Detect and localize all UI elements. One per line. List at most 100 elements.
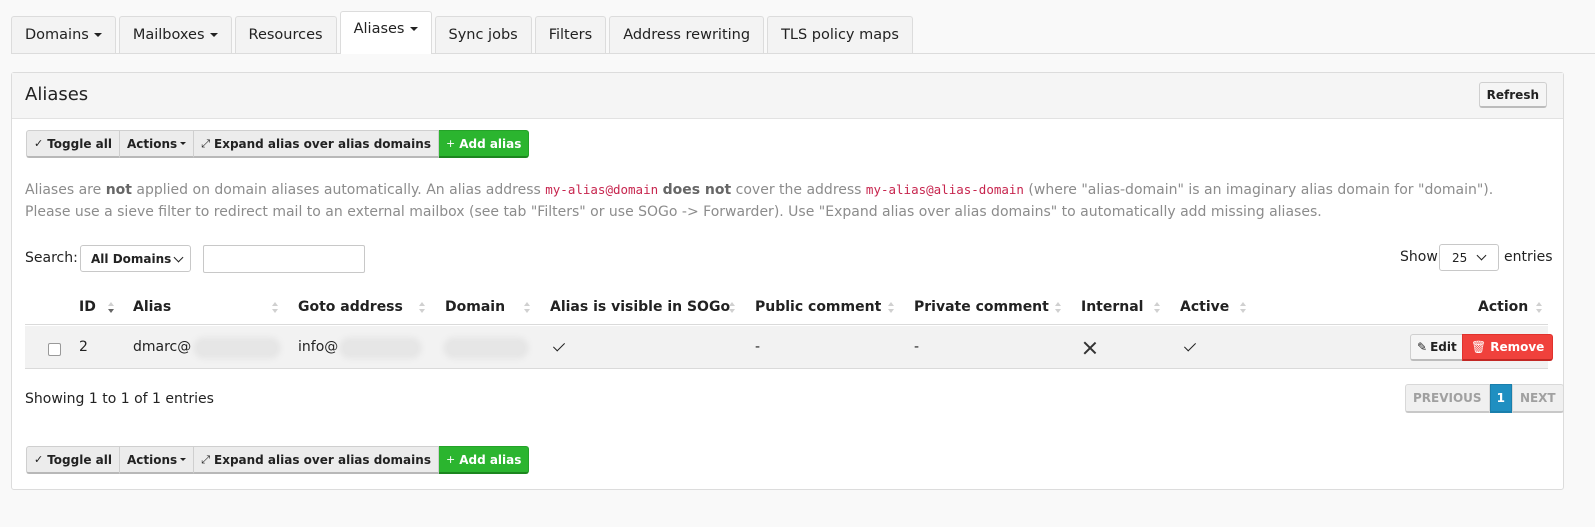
toggle-all-label: Toggle all <box>47 452 112 467</box>
tab-resources[interactable]: Resources <box>234 16 337 53</box>
column-header-goto[interactable]: Goto address <box>298 299 403 315</box>
toolbar-top: ✓ Toggle all Actions ⤢ Expand alias over a… <box>26 130 530 158</box>
edit-label: Edit <box>1430 340 1457 354</box>
tab-label: Mailboxes <box>132 27 205 43</box>
notice-code: my-alias@alias-domain <box>865 182 1024 197</box>
column-header-id[interactable]: ID <box>79 299 96 315</box>
page-size-select[interactable]: 25 <box>1439 244 1499 271</box>
column-header-sogo-visible[interactable]: Alias is visible in SOGo <box>550 299 730 315</box>
add-alias-button[interactable]: + Add alias <box>438 446 530 474</box>
tab-address-rewriting[interactable]: Address rewriting <box>609 16 765 53</box>
notice-line-2: Please use a sieve filter to redirect ma… <box>25 204 1322 220</box>
actions-dropdown[interactable]: Actions <box>120 446 195 474</box>
sort-icon <box>1536 301 1544 315</box>
tab-label: Address rewriting <box>623 27 751 43</box>
pencil-icon: ✎ <box>1417 340 1428 354</box>
page-size-value: 25 <box>1452 250 1468 265</box>
plus-icon: + <box>445 137 456 150</box>
tab-label: Domains <box>25 27 89 43</box>
notice-text: applied on domain aliases automatically.… <box>131 182 546 198</box>
panel-header: Aliases Refresh <box>12 73 1563 119</box>
add-alias-button[interactable]: + Add alias <box>438 130 530 158</box>
expand-icon: ⤢ <box>201 136 210 150</box>
notice-bold: not <box>105 182 132 198</box>
caret-down-icon <box>93 33 102 37</box>
check-icon: ✓ <box>34 453 44 466</box>
column-header-action[interactable]: Action <box>1478 299 1528 315</box>
redacted-alias-domain <box>197 341 277 355</box>
expand-alias-button[interactable]: ⤢ Expand alias over alias domains <box>194 130 439 158</box>
actions-dropdown[interactable]: Actions <box>120 130 195 158</box>
tab-domains[interactable]: Domains <box>11 16 116 53</box>
expand-alias-label: Expand alias over alias domains <box>214 136 431 151</box>
chevron-down-icon <box>173 252 184 263</box>
search-input[interactable] <box>203 245 365 273</box>
tab-label: Filters <box>548 27 593 43</box>
pagination: PREVIOUS 1 NEXT <box>1405 384 1564 413</box>
tab-filters[interactable]: Filters <box>534 16 607 53</box>
notice-text: Aliases are <box>25 182 106 198</box>
expand-alias-button[interactable]: ⤢ Expand alias over alias domains <box>194 446 439 474</box>
sort-icon <box>1240 301 1248 315</box>
refresh-button[interactable]: Refresh <box>1478 82 1547 108</box>
caret-down-icon <box>209 33 218 37</box>
sort-icon <box>108 301 116 315</box>
notice-bold: does not <box>662 182 732 198</box>
cell-public-comment: - <box>755 339 761 355</box>
trash-icon: 🗑 <box>1471 340 1487 354</box>
toolbar-bottom: ✓ Toggle all Actions ⤢ Expand alias over a… <box>26 446 530 474</box>
table-row: 2 dmarc@ info@ - - ✎ Edit 🗑 Remove <box>25 326 1554 369</box>
toggle-all-label: Toggle all <box>47 136 112 151</box>
toggle-all-button[interactable]: ✓ Toggle all <box>26 446 120 474</box>
tab-sync-jobs[interactable]: Sync jobs <box>434 16 532 53</box>
panel-title: Aliases <box>25 84 89 105</box>
remove-button[interactable]: 🗑 Remove <box>1462 334 1554 361</box>
tab-label: TLS policy maps <box>781 27 899 43</box>
table-header: ID Alias Goto address Domain Alias is vi… <box>25 291 1548 325</box>
notice-text: (where "alias-domain" is an imaginary al… <box>1023 182 1494 198</box>
domain-filter-value: All Domains <box>91 251 172 266</box>
nav-tabs: Domains Mailboxes Resources Aliases Sync… <box>11 11 1595 54</box>
actions-label: Actions <box>127 136 178 151</box>
sort-icon <box>524 301 532 315</box>
entries-label: entries <box>1504 249 1553 265</box>
tab-mailboxes[interactable]: Mailboxes <box>118 16 232 53</box>
cell-goto: info@ <box>298 339 339 355</box>
domain-filter-select[interactable]: All Domains <box>80 245 191 272</box>
cross-icon <box>1083 341 1097 355</box>
previous-page-button[interactable]: PREVIOUS <box>1405 384 1490 413</box>
chevron-down-icon <box>1476 250 1487 261</box>
search-label: Search: <box>25 250 78 266</box>
column-header-private-comment[interactable]: Private comment <box>914 299 1049 315</box>
sort-icon <box>729 301 737 315</box>
tab-tls-policy-maps[interactable]: TLS policy maps <box>767 16 913 53</box>
sort-icon <box>272 301 280 315</box>
cell-private-comment: - <box>914 339 920 355</box>
notice-text: cover the address <box>731 182 866 198</box>
page-1-button[interactable]: 1 <box>1489 384 1512 413</box>
actions-label: Actions <box>127 452 178 467</box>
tab-aliases[interactable]: Aliases <box>339 11 432 54</box>
notice-line-1: Aliases are not applied on domain aliase… <box>25 179 1525 201</box>
show-label: Show <box>1400 249 1438 265</box>
column-header-active[interactable]: Active <box>1180 299 1229 315</box>
expand-icon: ⤢ <box>201 452 210 466</box>
edit-button[interactable]: ✎ Edit <box>1410 334 1464 361</box>
row-select-checkbox[interactable] <box>48 343 61 356</box>
tab-label: Aliases <box>353 21 405 37</box>
next-page-button[interactable]: NEXT <box>1511 384 1564 413</box>
column-header-public-comment[interactable]: Public comment <box>755 299 881 315</box>
caret-down-icon <box>180 458 187 461</box>
column-header-domain[interactable]: Domain <box>445 299 505 315</box>
toggle-all-button[interactable]: ✓ Toggle all <box>26 130 120 158</box>
column-header-alias[interactable]: Alias <box>133 299 171 315</box>
check-icon <box>1183 339 1197 352</box>
redacted-goto-domain <box>343 341 418 355</box>
cell-alias: dmarc@ <box>133 339 192 355</box>
showing-info: Showing 1 to 1 of 1 entries <box>25 391 214 407</box>
tab-label: Sync jobs <box>448 27 518 43</box>
sort-icon <box>888 301 896 315</box>
column-header-internal[interactable]: Internal <box>1081 299 1143 315</box>
remove-label: Remove <box>1490 340 1545 354</box>
cell-id: 2 <box>79 339 88 355</box>
